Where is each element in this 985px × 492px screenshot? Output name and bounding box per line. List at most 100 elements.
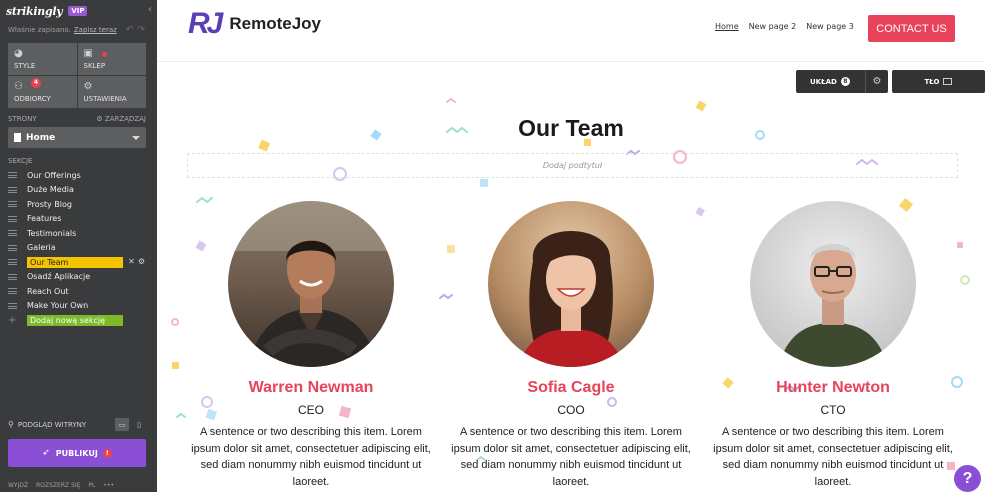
- upgrade-link[interactable]: ROZSZERZ SIĘ: [36, 482, 80, 489]
- preview-link[interactable]: PODGLĄD WITRYNY: [18, 421, 86, 429]
- team-member-card: Warren Newman CEO A sentence or two desc…: [186, 201, 436, 490]
- drag-handle-icon[interactable]: [8, 215, 17, 222]
- style-button[interactable]: ◕ STYLE: [8, 43, 77, 75]
- section-item[interactable]: Prosty Blog: [8, 197, 150, 212]
- member-role[interactable]: CTO: [708, 403, 958, 417]
- device-toggle: ▭ ▯: [115, 418, 146, 431]
- member-name[interactable]: Warren Newman: [186, 379, 436, 397]
- background-label: TŁO: [924, 77, 940, 86]
- remotejoy-logo: RJ: [188, 7, 223, 40]
- editor-footer: WYJDŹ ROZSZERZ SIĘ PL •••: [8, 482, 150, 489]
- member-name[interactable]: Hunter Newton: [708, 379, 958, 397]
- add-section-button[interactable]: + Dodaj nową sekcję: [8, 313, 150, 328]
- member-photo[interactable]: [488, 201, 654, 367]
- layout-label: UKŁAD: [810, 77, 837, 86]
- nav-home[interactable]: Home: [715, 22, 739, 31]
- layout-button[interactable]: UKŁAD 8 ⚙: [796, 70, 888, 93]
- save-now-link[interactable]: Zapisz teraz: [74, 26, 117, 34]
- section-label: Galeria: [27, 243, 56, 253]
- section-label: Testimonials: [27, 228, 77, 238]
- section-item[interactable]: Our Offerings: [8, 168, 150, 183]
- member-description[interactable]: A sentence or two describing this item. …: [450, 424, 692, 490]
- contact-us-button[interactable]: CONTACT US: [868, 15, 955, 42]
- drag-handle-icon[interactable]: [8, 201, 17, 208]
- section-label: Osadź Aplikacje: [27, 272, 91, 282]
- nav-new-page-2[interactable]: New page 2: [749, 22, 797, 31]
- drag-handle-icon[interactable]: [8, 230, 17, 237]
- section-settings-icon[interactable]: ⚙: [138, 257, 148, 266]
- publish-button[interactable]: ➶ PUBLIKUJ !: [8, 439, 146, 467]
- help-button[interactable]: ?: [954, 465, 981, 492]
- section-settings-gear-icon[interactable]: ⚙: [865, 70, 888, 93]
- palette-icon: ◕: [14, 48, 23, 59]
- exit-link[interactable]: WYJDŹ: [8, 482, 28, 489]
- layout-count-badge: 8: [840, 77, 850, 86]
- member-role[interactable]: COO: [446, 403, 696, 417]
- manage-label: ZARZĄDZAJ: [104, 115, 146, 123]
- manage-pages-link[interactable]: ⚙ ZARZĄDZAJ: [96, 115, 146, 123]
- collapse-sidebar-icon[interactable]: ‹: [148, 4, 152, 15]
- shop-notification-dot: [101, 52, 107, 57]
- drag-handle-icon[interactable]: [8, 288, 17, 295]
- member-photo[interactable]: [228, 201, 394, 367]
- section-item[interactable]: Duże Media: [8, 183, 150, 198]
- section-label: Prosty Blog: [27, 199, 72, 209]
- member-description[interactable]: A sentence or two describing this item. …: [190, 424, 432, 490]
- member-name[interactable]: Sofia Cagle: [446, 379, 696, 397]
- section-label: Reach Out: [27, 286, 69, 296]
- nav-new-page-3[interactable]: New page 3: [806, 22, 854, 31]
- shop-label: SKLEP: [83, 62, 106, 70]
- warning-icon: !: [102, 448, 112, 458]
- section-label: Our Offerings: [27, 170, 81, 180]
- sections-list: Our Offerings Duże Media Prosty Blog Fea…: [8, 168, 150, 328]
- section-item[interactable]: Reach Out: [8, 284, 150, 299]
- more-options-icon[interactable]: •••: [103, 482, 114, 489]
- drag-handle-icon[interactable]: [8, 302, 17, 309]
- desktop-icon[interactable]: ▭: [115, 418, 129, 431]
- mobile-icon[interactable]: ▯: [132, 418, 146, 431]
- member-role[interactable]: CEO: [186, 403, 436, 417]
- page-selector[interactable]: Home: [8, 127, 146, 148]
- image-icon: [943, 78, 953, 85]
- section-actions: ✕⚙: [128, 257, 148, 266]
- audience-button[interactable]: ⚇ 4 ODBIORCY: [8, 76, 77, 108]
- site-header: RJ RemoteJoy Home New page 2 New page 3 …: [157, 0, 985, 62]
- section-item[interactable]: Features: [8, 212, 150, 227]
- section-item-active[interactable]: Our Team ✕⚙: [8, 255, 150, 270]
- background-button[interactable]: TŁO: [892, 70, 985, 93]
- settings-button[interactable]: ⚙ USTAWIENIA: [77, 76, 146, 108]
- team-member-card: Hunter Newton CTO A sentence or two desc…: [708, 201, 958, 490]
- section-label: Features: [27, 214, 62, 224]
- publish-label: PUBLIKUJ: [55, 448, 98, 458]
- section-label: Our Team: [27, 256, 123, 268]
- add-subtitle-placeholder[interactable]: Dodaj podtytuł: [187, 153, 958, 178]
- section-item[interactable]: Make Your Own: [8, 299, 150, 314]
- member-photo[interactable]: [750, 201, 916, 367]
- style-label: STYLE: [14, 62, 36, 70]
- undo-redo-icons[interactable]: ↶↷: [126, 25, 149, 35]
- delete-section-icon[interactable]: ✕: [128, 257, 138, 266]
- section-item[interactable]: Galeria: [8, 241, 150, 256]
- site-brand[interactable]: RJ RemoteJoy: [188, 7, 321, 41]
- section-item[interactable]: Osadź Aplikacje: [8, 270, 150, 285]
- section-item[interactable]: Testimonials: [8, 226, 150, 241]
- rocket-icon: ➶: [42, 448, 50, 458]
- member-description[interactable]: A sentence or two describing this item. …: [712, 424, 954, 490]
- language-link[interactable]: PL: [88, 482, 95, 489]
- audience-label: ODBIORCY: [14, 95, 51, 103]
- audience-count-badge: 4: [31, 78, 41, 88]
- site-preview-row: ⚲ PODGLĄD WITRYNY ▭ ▯: [8, 418, 146, 431]
- drag-handle-icon[interactable]: [8, 273, 17, 280]
- vip-badge: VIP: [68, 6, 88, 16]
- sections-label: SEKCJE: [8, 157, 33, 165]
- saved-text: Właśnie zapisano.: [8, 26, 71, 34]
- section-title[interactable]: Our Team: [157, 115, 985, 142]
- drag-handle-icon[interactable]: [8, 186, 17, 193]
- drag-handle-icon[interactable]: [8, 172, 17, 179]
- drag-handle-icon[interactable]: [8, 259, 17, 266]
- search-icon: ⚲: [8, 420, 14, 429]
- strikingly-logo: strikingly: [6, 4, 63, 18]
- shop-button[interactable]: ▣ SKLEP: [77, 43, 146, 75]
- drag-handle-icon[interactable]: [8, 244, 17, 251]
- pages-label: STRONY: [8, 115, 37, 123]
